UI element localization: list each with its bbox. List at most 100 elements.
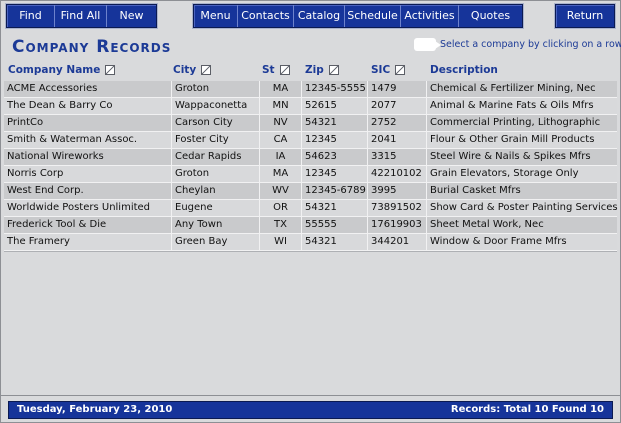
cell-state: WV [260,183,302,199]
cell-sic: 344201 [368,234,427,250]
column-header-description[interactable]: Description [430,64,498,76]
cell-city: Cedar Rapids [172,149,260,165]
cell-company-name: PrintCo [4,115,172,131]
cell-description: Grain Elevators, Storage Only [430,168,579,179]
table-row[interactable]: Smith & Waterman Assoc. Foster City CA 1… [4,132,617,149]
cell-zip: 12345-6789 [302,183,368,199]
cell-sic: 2077 [368,98,427,114]
cell-city: Foster City [172,132,260,148]
cell-description: Commercial Printing, Lithographic [430,117,601,128]
app-window: Find Find All New Menu Contacts Catalog … [0,0,621,423]
cell-city: Carson City [172,115,260,131]
cell-city: Cheylan [172,183,260,199]
cell-state: MA [260,166,302,182]
table-row[interactable]: Norris Corp Groton MA 12345 42210102 Gra… [4,166,617,183]
table-row[interactable]: Worldwide Posters Unlimited Eugene OR 54… [4,200,618,217]
quotes-button[interactable]: Quotes [459,5,522,27]
menu-button[interactable]: Menu [194,5,238,27]
cell-company-name: Smith & Waterman Assoc. [4,132,172,148]
return-group: Return [555,4,615,28]
toolbar: Find Find All New Menu Contacts Catalog … [1,4,620,28]
sort-icon[interactable] [279,65,290,75]
table-row[interactable]: National Wireworks Cedar Rapids IA 54623… [4,149,617,166]
cell-state: MA [260,81,302,97]
cell-state: CA [260,132,302,148]
table-row[interactable]: PrintCo Carson City NV 54321 2752 Commer… [4,115,617,132]
cell-zip: 52615 [302,98,368,114]
column-header-company-name[interactable]: Company Name [8,64,116,76]
new-button[interactable]: New [107,5,156,27]
cell-company-name: West End Corp. [4,183,172,199]
cell-city: Wappaconetta [172,98,260,114]
navigation-group: Menu Contacts Catalog Schedule Activitie… [193,4,523,28]
cell-state: MN [260,98,302,114]
column-header-st[interactable]: St [262,64,290,76]
cell-sic: 42210102 [368,166,427,182]
column-label: Description [430,64,498,76]
cell-description: Animal & Marine Fats & Oils Mfrs [430,100,594,111]
cell-description: Flour & Other Grain Mill Products [430,134,595,145]
cell-sic: 1479 [368,81,427,97]
sort-icon[interactable] [328,65,339,75]
cell-city: Green Bay [172,234,260,250]
cell-sic: 3995 [368,183,427,199]
cell-description: Burial Casket Mfrs [430,185,521,196]
column-header-sic[interactable]: SIC [371,64,406,76]
column-label: Company Name [8,64,101,76]
table-divider [4,251,617,252]
cell-zip: 54321 [302,234,368,250]
cell-description: Sheet Metal Work, Nec [430,219,544,230]
sort-icon[interactable] [105,65,116,75]
schedule-button[interactable]: Schedule [345,5,401,27]
cell-company-name: The Framery [4,234,172,250]
company-table: ACME Accessories Groton MA 12345-5555 14… [4,81,618,251]
column-header-zip[interactable]: Zip [305,64,339,76]
contacts-button[interactable]: Contacts [238,5,294,27]
cell-sic: 2041 [368,132,427,148]
hint: Select a company by clicking on a row. [414,37,621,51]
column-header-city[interactable]: City [173,64,212,76]
cell-description: Show Card & Poster Painting Services [430,202,618,213]
record-actions-group: Find Find All New [6,4,157,28]
cell-company-name: Norris Corp [4,166,172,182]
cell-sic: 3315 [368,149,427,165]
cell-zip: 12345-5555 [302,81,368,97]
cell-state: TX [260,217,302,233]
cell-description: Window & Door Frame Mfrs [430,236,567,247]
find-all-button[interactable]: Find All [55,5,107,27]
cell-zip: 54623 [302,149,368,165]
cell-description: Chemical & Fertilizer Mining, Nec [430,83,596,94]
table-header: Company Name City St Zip SIC Description [1,64,620,80]
status-date: Tuesday, February 23, 2010 [17,404,173,415]
cell-sic: 2752 [368,115,427,131]
cell-sic: 73891502 [368,200,427,216]
cell-company-name: National Wireworks [4,149,172,165]
cell-description: Steel Wire & Nails & Spikes Mfrs [430,151,591,162]
cell-state: IA [260,149,302,165]
status-record-count: Records: Total 10 Found 10 [450,404,604,415]
activities-button[interactable]: Activities [401,5,459,27]
cell-state: NV [260,115,302,131]
cell-zip: 12345 [302,132,368,148]
cell-company-name: Frederick Tool & Die [4,217,172,233]
cell-state: OR [260,200,302,216]
table-row[interactable]: The Dean & Barry Co Wappaconetta MN 5261… [4,98,617,115]
sort-icon[interactable] [395,65,406,75]
cell-company-name: Worldwide Posters Unlimited [4,200,172,216]
return-button[interactable]: Return [556,5,614,27]
hint-text: Select a company by clicking on a row. [440,38,621,50]
cell-zip: 54321 [302,115,368,131]
sort-icon[interactable] [201,65,212,75]
page-title: Company Records [12,37,172,57]
cell-sic: 17619903 [368,217,427,233]
cell-city: Any Town [172,217,260,233]
table-row[interactable]: West End Corp. Cheylan WV 12345-6789 399… [4,183,617,200]
cell-city: Eugene [172,200,260,216]
cell-company-name: The Dean & Barry Co [4,98,172,114]
table-row[interactable]: The Framery Green Bay WI 54321 344201 Wi… [4,234,617,251]
column-label: SIC [371,64,391,76]
table-row[interactable]: Frederick Tool & Die Any Town TX 55555 1… [4,217,617,234]
find-button[interactable]: Find [7,5,55,27]
catalog-button[interactable]: Catalog [294,5,345,27]
table-row[interactable]: ACME Accessories Groton MA 12345-5555 14… [4,81,617,98]
